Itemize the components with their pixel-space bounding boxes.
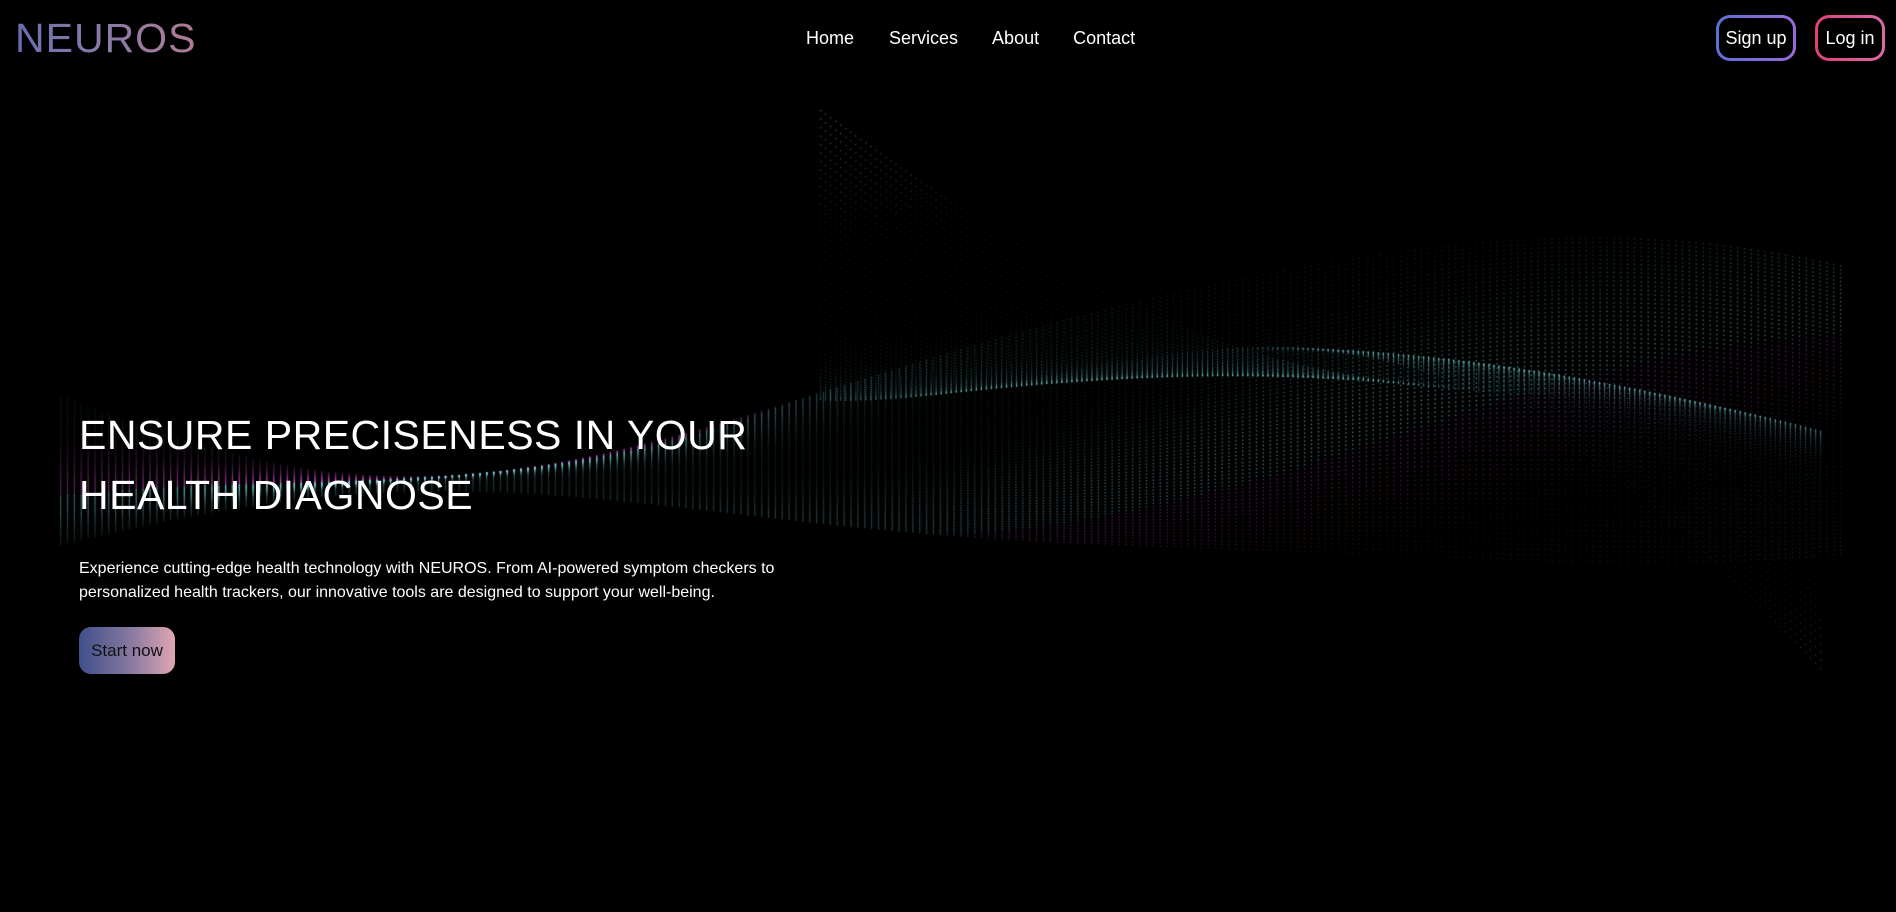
hero-title-line-1: ENSURE PRECISENESS IN YOUR bbox=[79, 412, 748, 458]
hero-description-line-1: Experience cutting-edge health technolog… bbox=[79, 560, 775, 577]
hero-title-line-2: HEALTH DIAGNOSE bbox=[79, 472, 474, 518]
login-button-label: Log in bbox=[1818, 18, 1882, 58]
nav-link-services[interactable]: Services bbox=[889, 27, 958, 49]
main-nav: Home Services About Contact bbox=[806, 27, 1135, 49]
nav-link-contact[interactable]: Contact bbox=[1073, 27, 1135, 49]
nav-link-home[interactable]: Home bbox=[806, 27, 854, 49]
start-now-button[interactable]: Start now bbox=[79, 627, 175, 674]
nav-link-about[interactable]: About bbox=[992, 27, 1039, 49]
signup-button-label: Sign up bbox=[1719, 18, 1793, 58]
top-navbar: NEUROS Home Services About Contact Sign … bbox=[0, 0, 1896, 78]
hero-description-line-2: personalized health trackers, our innova… bbox=[79, 584, 715, 601]
brand-logo[interactable]: NEUROS bbox=[15, 14, 196, 62]
login-button[interactable]: Log in bbox=[1815, 15, 1885, 61]
hero-description: Experience cutting-edge health technolog… bbox=[79, 557, 839, 605]
signup-button[interactable]: Sign up bbox=[1716, 15, 1796, 61]
hero-title: ENSURE PRECISENESS IN YOUR HEALTH DIAGNO… bbox=[79, 405, 859, 525]
hero-section: ENSURE PRECISENESS IN YOUR HEALTH DIAGNO… bbox=[79, 405, 859, 674]
